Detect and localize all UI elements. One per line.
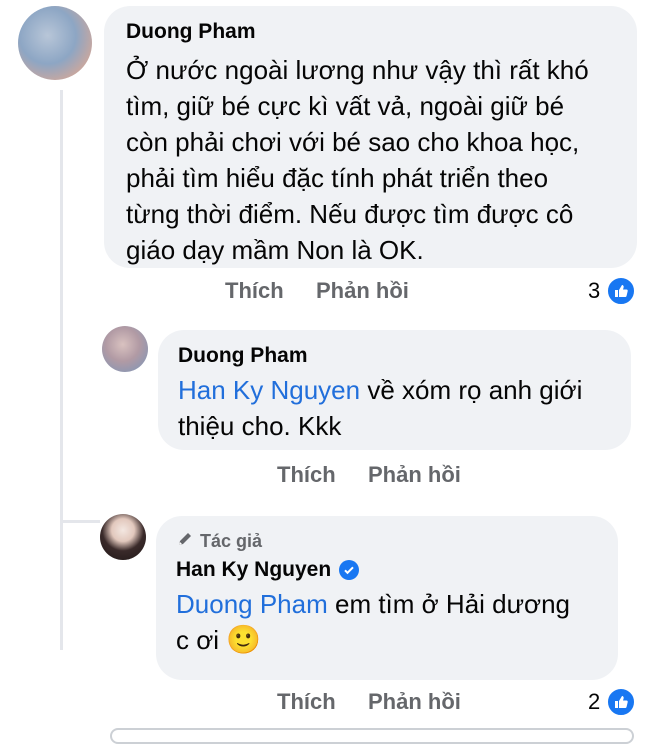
avatar[interactable]	[18, 6, 92, 80]
author-reply-bubble: Tác giả Han Ky Nguyen Duong Pham em tìm …	[156, 516, 618, 680]
comment-author[interactable]: Duong Pham	[126, 20, 256, 44]
reaction-count: 3	[588, 278, 601, 303]
mention-link[interactable]: Duong Pham	[176, 589, 328, 619]
reply-text-line: thiệu cho. Kkk	[178, 411, 342, 441]
like-button[interactable]: Thích	[225, 278, 284, 304]
reply-text: Duong Pham em tìm ở Hải dương c ơi 🙂	[176, 586, 616, 658]
mention-link[interactable]: Han Ky Nguyen	[178, 375, 360, 405]
like-icon	[606, 687, 637, 717]
reply-bubble: Duong Pham Han Ky Nguyen về xóm rọ anh g…	[158, 330, 631, 450]
reaction-summary[interactable]: 2	[588, 687, 637, 717]
comment-text-line: giáo dạy mầm Non là OK.	[126, 235, 424, 265]
author-badge: Tác giả	[176, 530, 262, 553]
reply-input-edge[interactable]	[110, 728, 634, 744]
comment-text-line: phải tìm hiểu đặc tính phát triển theo	[126, 163, 549, 193]
reply-author-row: Han Ky Nguyen	[176, 558, 360, 582]
reply-button[interactable]: Phản hồi	[316, 278, 409, 304]
reply-author[interactable]: Han Ky Nguyen	[176, 558, 331, 582]
reaction-summary[interactable]: 3	[588, 276, 637, 306]
like-button[interactable]: Thích	[277, 689, 336, 715]
avatar[interactable]	[102, 326, 148, 372]
author-badge-label: Tác giả	[200, 531, 263, 551]
verified-icon	[339, 560, 360, 580]
like-icon	[606, 276, 637, 306]
comment-text-line: tìm, giữ bé cực kì vất vả, ngoài giữ bé	[126, 91, 565, 121]
avatar[interactable]	[100, 514, 146, 560]
thread-line-curve	[60, 520, 100, 523]
comment-text-line: từng thời điểm. Nếu được tìm được cô	[126, 199, 574, 229]
comment-text-line: còn phải chơi với bé sao cho khoa học,	[126, 127, 580, 157]
reply-text-segment: em tìm ở Hải dương	[327, 589, 571, 619]
thread-line	[60, 90, 63, 650]
like-button[interactable]: Thích	[277, 462, 336, 488]
smile-emoji: 🙂	[226, 624, 262, 655]
pen-icon	[176, 530, 194, 553]
reaction-count: 2	[588, 689, 601, 714]
comment-text-line: Ở nước ngoài lương như vậy thì rất khó	[126, 55, 589, 85]
comment-bubble: Duong Pham Ở nước ngoài lương như vậy th…	[104, 6, 637, 268]
reply-text-segment: về xóm rọ anh giới	[360, 375, 583, 405]
reply-text-segment: c ơi	[176, 625, 227, 655]
comment-text: Ở nước ngoài lương như vậy thì rất khó t…	[126, 52, 631, 268]
reply-button[interactable]: Phản hồi	[368, 689, 461, 715]
reply-button[interactable]: Phản hồi	[368, 462, 461, 488]
reply-author[interactable]: Duong Pham	[178, 344, 308, 368]
reply-text: Han Ky Nguyen về xóm rọ anh giới thiệu c…	[178, 372, 628, 444]
